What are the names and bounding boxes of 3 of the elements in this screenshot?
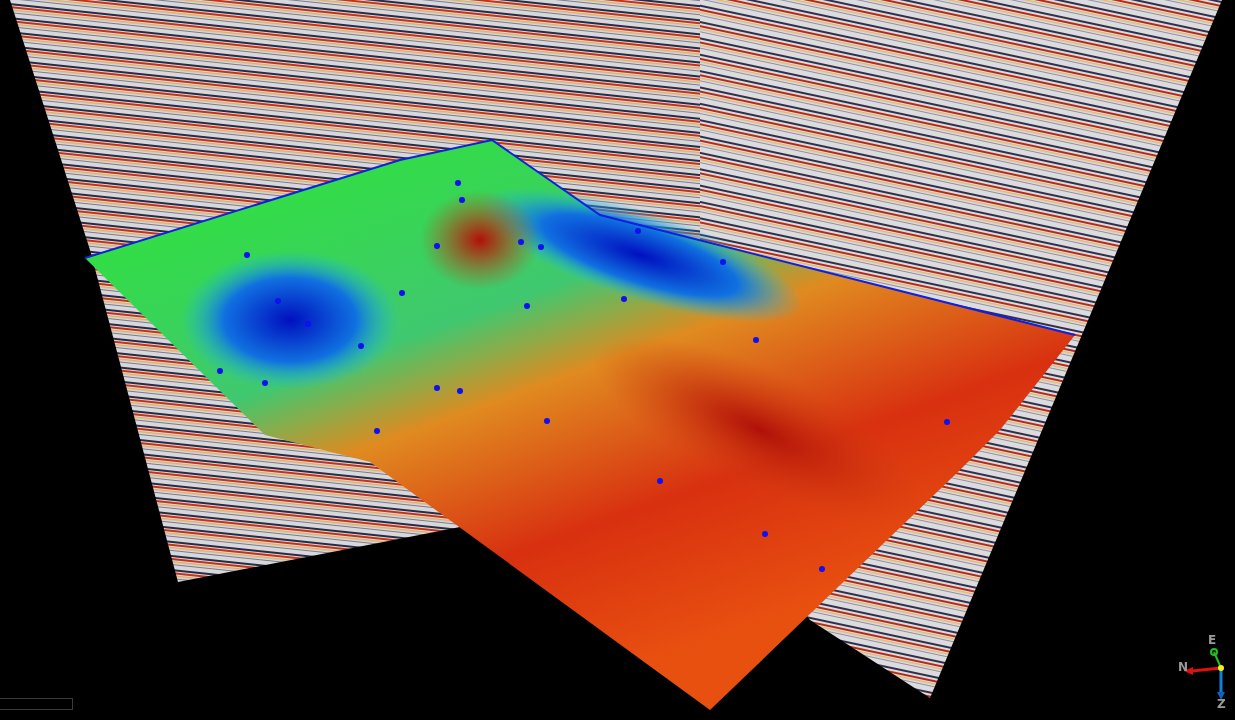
axis-label: N [1178, 661, 1189, 673]
axis-label: Z [1217, 698, 1226, 710]
axis-label: E [1208, 634, 1217, 646]
